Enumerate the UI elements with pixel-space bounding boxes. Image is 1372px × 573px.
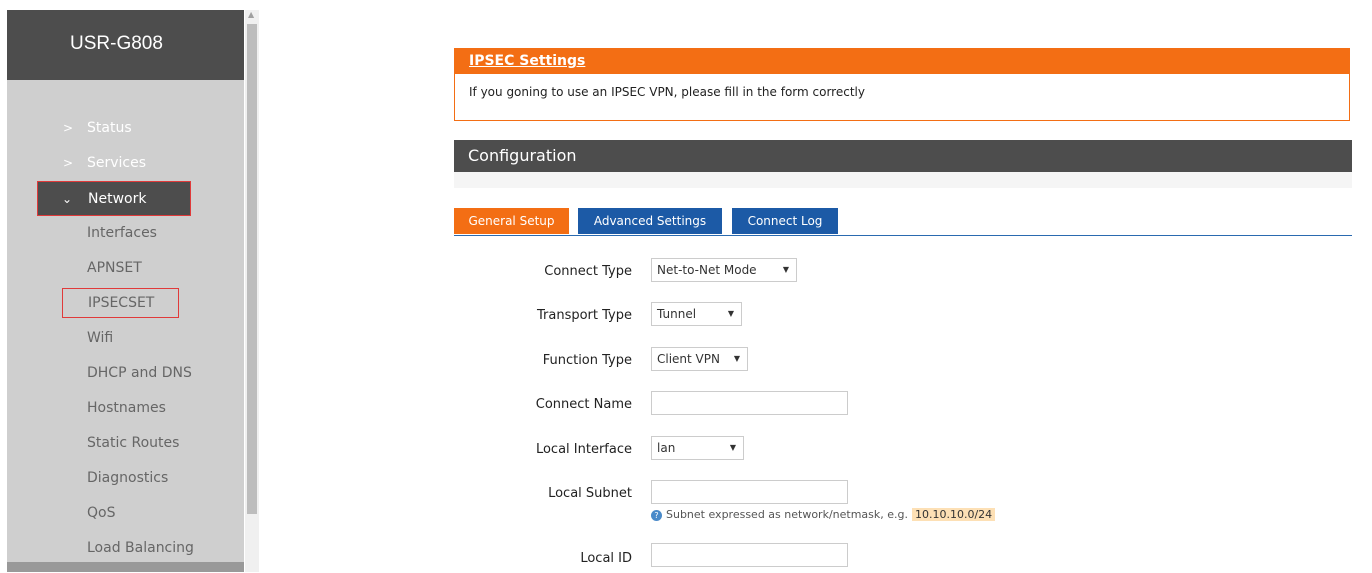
connect-name-label: Connect Name [535, 397, 632, 412]
transport-type-select[interactable]: Tunnel ▼ [651, 302, 742, 326]
hint-example: 10.10.10.0/24 [912, 508, 996, 521]
sidebar-subitem-qos[interactable]: QoS [7, 496, 244, 531]
brand-title: USR-G808 [7, 10, 244, 80]
sidebar-subitem-hostnames[interactable]: Hostnames [7, 391, 244, 426]
configuration-strip [454, 172, 1352, 188]
sidebar-subitem-wifi[interactable]: Wifi [7, 321, 244, 356]
ipsec-description: If you goning to use an IPSEC VPN, pleas… [469, 85, 865, 99]
function-type-select[interactable]: Client VPN ▼ [651, 347, 748, 371]
dropdown-arrow-icon: ▼ [733, 354, 740, 363]
transport-type-label: Transport Type [537, 308, 632, 323]
local-subnet-input[interactable] [651, 480, 848, 504]
sidebar-item-services[interactable]: > Services [7, 146, 244, 181]
dropdown-arrow-icon: ▼ [782, 265, 789, 274]
local-id-input[interactable] [651, 543, 848, 567]
sidebar-item-network[interactable]: ⌄ Network [37, 181, 191, 216]
local-interface-value: lan [657, 441, 676, 455]
sidebar-subitem-dhcp-dns[interactable]: DHCP and DNS [7, 356, 244, 391]
ipsec-settings-panel: IPSEC Settings If you goning to use an I… [454, 48, 1350, 121]
local-subnet-label: Local Subnet [548, 486, 632, 501]
sidebar-subitem-static-routes[interactable]: Static Routes [7, 426, 244, 461]
tab-general-setup[interactable]: General Setup [454, 208, 569, 234]
hint-text: Subnet expressed as network/netmask, e.g… [666, 508, 908, 521]
sidebar-item-label: Status [87, 120, 132, 136]
sidebar: USR-G808 > Status > Services ⌄ Network I… [7, 10, 244, 572]
local-interface-select[interactable]: lan ▼ [651, 436, 744, 460]
chevron-down-icon: ⌄ [62, 192, 73, 206]
sidebar-subitem-load-balancing[interactable]: Load Balancing [7, 531, 244, 566]
scroll-up-arrow-icon[interactable]: ▲ [248, 10, 254, 19]
sidebar-subitem-diagnostics[interactable]: Diagnostics [7, 461, 244, 496]
sidebar-subitem-apnset[interactable]: APNSET [7, 251, 244, 286]
tab-advanced-settings[interactable]: Advanced Settings [578, 208, 722, 234]
scrollbar-thumb[interactable] [247, 24, 257, 514]
sidebar-subitem-ipsecset[interactable]: IPSECSET [7, 286, 244, 321]
sidebar-footer [7, 562, 244, 572]
configuration-header: Configuration [454, 140, 1352, 172]
local-id-label: Local ID [580, 551, 632, 566]
sidebar-item-status[interactable]: > Status [7, 111, 244, 146]
connect-type-row: Connect Type Net-to-Net Mode ▼ [454, 258, 1352, 288]
sidebar-menu: > Status > Services ⌄ Network Interfaces… [7, 111, 244, 566]
connect-type-select[interactable]: Net-to-Net Mode ▼ [651, 258, 797, 282]
local-id-row: Local ID [454, 543, 1352, 573]
local-interface-label: Local Interface [535, 442, 632, 457]
local-subnet-row: Local Subnet ? Subnet expressed as networ… [454, 480, 1352, 530]
connect-name-row: Connect Name [454, 391, 1352, 421]
connect-name-input[interactable] [651, 391, 848, 415]
ipsec-settings-title[interactable]: IPSEC Settings [455, 49, 1349, 74]
tab-bar: General Setup Advanced Settings Connect … [454, 208, 1352, 236]
function-type-label: Function Type [542, 353, 632, 368]
function-type-value: Client VPN [657, 352, 720, 366]
connect-type-value: Net-to-Net Mode [657, 263, 757, 277]
dropdown-arrow-icon: ▼ [729, 443, 736, 452]
chevron-right-icon: > [63, 156, 74, 170]
sidebar-scrollbar[interactable]: ▲ [245, 10, 259, 572]
dropdown-arrow-icon: ▼ [727, 309, 734, 318]
transport-type-row: Transport Type Tunnel ▼ [454, 302, 1352, 332]
sidebar-item-label: Network [88, 191, 147, 207]
transport-type-value: Tunnel [657, 307, 697, 321]
sidebar-subitem-interfaces[interactable]: Interfaces [7, 216, 244, 251]
help-icon: ? [651, 509, 662, 521]
chevron-right-icon: > [63, 121, 74, 135]
local-subnet-hint: ? Subnet expressed as network/netmask, e.… [651, 508, 996, 521]
function-type-row: Function Type Client VPN ▼ [454, 347, 1352, 377]
tab-connect-log[interactable]: Connect Log [732, 208, 838, 234]
local-interface-row: Local Interface lan ▼ [454, 436, 1352, 466]
sidebar-subitem-label: IPSECSET [62, 288, 180, 318]
sidebar-item-label: Services [87, 155, 147, 171]
connect-type-label: Connect Type [544, 264, 632, 279]
